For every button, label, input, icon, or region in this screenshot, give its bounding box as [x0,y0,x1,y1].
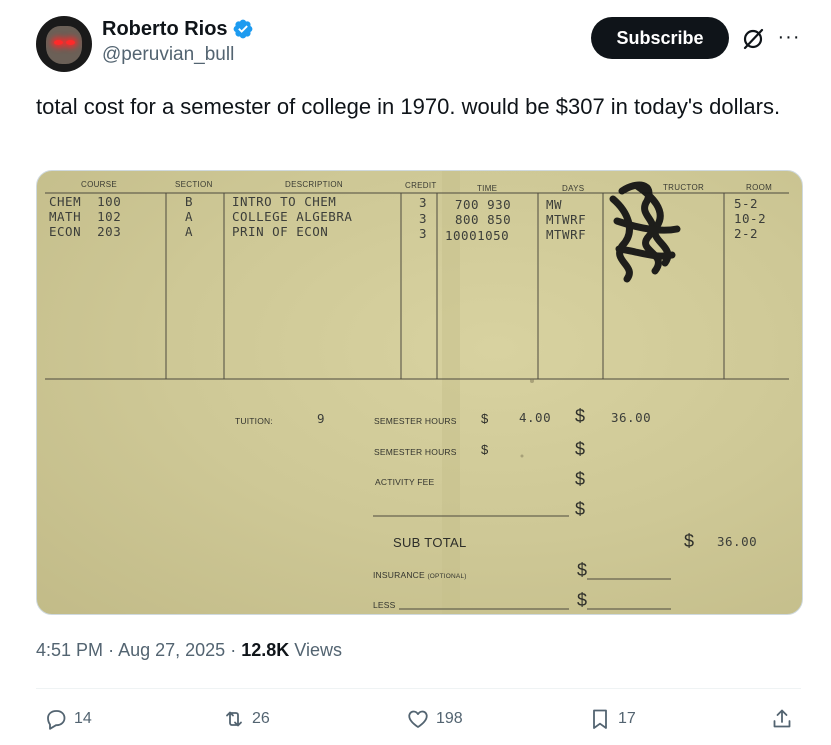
semester-hours-label: SEMESTER HOURS [374,416,457,426]
row-3-time: 10001050 [445,228,510,243]
row-3-section: A [185,224,194,239]
subtotal-dollar-sign: $ [684,531,695,551]
author-handle[interactable]: @peruvian_bull [102,44,234,66]
meta-separator: · [108,640,115,660]
col-header-section: SECTION [175,180,213,189]
repost-button[interactable]: 26 [222,704,270,734]
subscribe-button[interactable]: Subscribe [591,17,729,59]
col-header-course: COURSE [81,180,118,189]
tuition-label: TUITION: [235,416,273,426]
views-label: Views [294,640,342,660]
like-button[interactable]: 198 [406,704,463,734]
share-button[interactable] [770,704,794,734]
subtotal-label: SUB TOTAL [393,535,467,550]
insurance-label: INSURANCE (OPTIONAL) [373,570,467,580]
author-display-name[interactable]: Roberto Rios [102,18,228,41]
less-dollar-sign: $ [577,590,588,610]
insurance-dollar-sign: $ [577,560,588,580]
share-icon [773,709,791,728]
row-1-course: CHEM 100 [49,194,122,209]
repost-icon [226,711,242,727]
rate-dollar-sign: $ [481,411,489,426]
like-count: 198 [436,710,463,727]
col-header-instructor: TRUCTOR [663,183,705,192]
author-name-row[interactable]: Roberto Rios [102,16,254,42]
semester-hours-2-dollar-sign: $ [481,442,489,457]
reply-button[interactable]: 14 [44,704,92,734]
reply-count: 14 [74,710,92,727]
tweet-photo[interactable]: COURSE SECTION DESCRIPTION CREDIT TIME D… [36,170,803,615]
tweet-date[interactable]: Aug 27, 2025 [118,640,225,660]
col-header-room: ROOM [746,183,773,192]
tuition-total: 36.00 [611,410,652,425]
row-1-section: B [185,194,194,209]
heart-icon [408,710,428,728]
more-options-icon[interactable]: ··· [776,24,802,50]
tuition-total-dollar-sign: $ [575,406,586,426]
bookmark-count: 17 [618,710,636,727]
row-1-room: 5-2 [734,196,759,211]
bookmark-button[interactable]: 17 [588,704,636,734]
row-3-credit: 3 [419,226,428,241]
row-3-room: 2-2 [734,226,759,241]
row-1-credit: 3 [419,195,428,210]
grok-icon[interactable] [740,26,766,52]
views-count[interactable]: 12.8K [241,640,289,660]
author-avatar[interactable] [36,16,92,72]
row-2-section: A [185,209,194,224]
blank-line-dollar-sign: $ [575,499,586,519]
row-2-days: MTWRF [546,212,587,227]
meta-separator-2: · [230,640,237,660]
row-1-time: 700 930 [455,197,512,212]
insurance-label-text: INSURANCE [373,570,425,580]
row-2-credit: 3 [419,211,428,226]
row-2-description: COLLEGE ALGEBRA [232,209,353,224]
col-header-description: DESCRIPTION [285,180,343,189]
row-3-days: MTWRF [546,227,587,242]
subtotal-value: 36.00 [717,534,758,549]
row-1-days: MW [546,197,563,212]
tweet-meta: 4:51 PM · Aug 27, 2025 · 12.8K Views [36,640,342,661]
bookmark-icon [593,709,607,729]
tweet-time[interactable]: 4:51 PM [36,640,103,660]
verified-badge-icon [233,19,252,39]
row-2-room: 10-2 [734,211,767,226]
tweet-text: total cost for a semester of college in … [36,94,781,119]
col-header-credit: CREDIT [405,181,437,190]
tuition-hours: 9 [317,411,326,426]
rate-value: 4.00 [519,410,552,425]
semester-hours-label-2: SEMESTER HOURS [374,447,457,457]
row-2-time: 800 850 [455,212,512,227]
row-3-description: PRIN OF ECON [232,224,329,239]
avatar-eye-right [66,40,75,45]
row-2-course: MATH 102 [49,209,122,224]
activity-fee-dollar-sign: $ [575,469,586,489]
reply-icon [47,710,66,730]
col-header-days: DAYS [562,184,585,193]
avatar-bull-glowing-eyes [46,26,82,64]
actions-divider [36,688,801,689]
row-3-course: ECON 203 [49,224,122,239]
row-1-description: INTRO TO CHEM [232,194,337,209]
repost-count: 26 [252,710,270,727]
insurance-optional-note: (OPTIONAL) [427,573,467,580]
avatar-eye-left [54,40,63,45]
col-header-time: TIME [477,184,498,193]
activity-fee-label: ACTIVITY FEE [375,477,435,487]
semester-hours-2-total-dollar-sign: $ [575,439,586,459]
less-label: LESS [373,600,396,610]
